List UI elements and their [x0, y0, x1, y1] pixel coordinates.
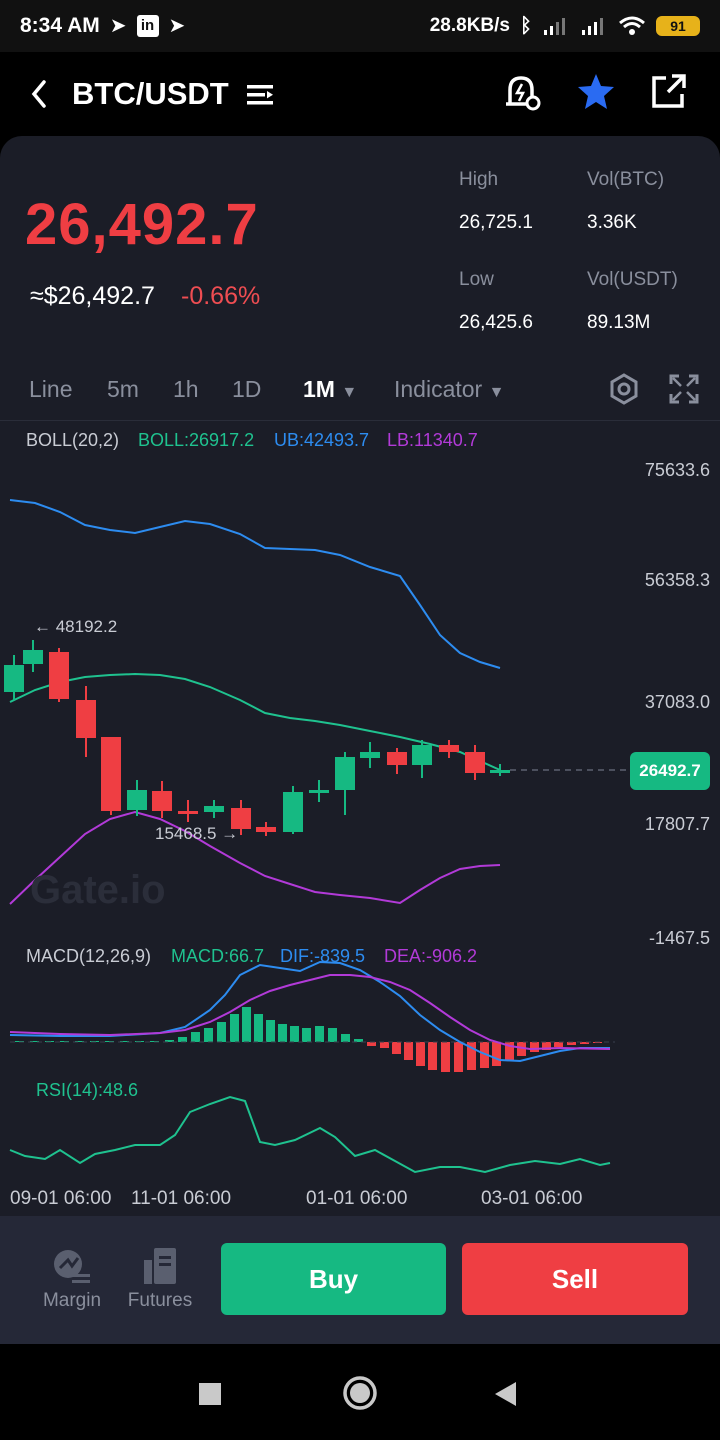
- candle-body: [387, 752, 407, 765]
- candle-body: [101, 737, 121, 811]
- back-nav-icon[interactable]: [494, 1381, 518, 1407]
- x-axis-label: 11-01 06:00: [131, 1188, 232, 1209]
- candle-body: [335, 757, 355, 790]
- candle-body: [49, 652, 69, 699]
- macd-bar: [404, 1042, 413, 1060]
- candle-body: [309, 790, 329, 793]
- macd-bar: [441, 1042, 450, 1072]
- candle-body: [4, 665, 24, 692]
- y-axis-label: 37083.0: [644, 692, 710, 712]
- boll-ub-value: UB:42493.7: [274, 430, 370, 450]
- futures-button[interactable]: Futures: [120, 1244, 200, 1312]
- candle-body: [152, 791, 172, 811]
- candle-body: [256, 827, 276, 832]
- bottom-action-bar: Margin Futures Buy Sell: [0, 1216, 720, 1344]
- macd-bar: [392, 1042, 401, 1054]
- x-axis-label: 09-01 06:00: [10, 1188, 112, 1209]
- macd-bar: [492, 1042, 501, 1066]
- macd-bar: [204, 1028, 213, 1042]
- macd-bar: [178, 1037, 187, 1042]
- boll-lb-value: LB:11340.7: [387, 430, 478, 450]
- sell-button[interactable]: Sell: [462, 1243, 688, 1315]
- current-price-tag: 26492.7: [630, 752, 710, 790]
- macd-bar: [315, 1026, 324, 1042]
- futures-icon: [144, 1248, 176, 1284]
- buy-button[interactable]: Buy: [221, 1243, 446, 1315]
- macd-bar: [367, 1042, 376, 1046]
- macd-bar: [278, 1024, 287, 1042]
- candle-body: [439, 745, 459, 752]
- high-marker: ← 48192.2: [34, 617, 118, 636]
- candle-body: [127, 790, 147, 810]
- macd-name: MACD(12,26,9): [26, 946, 152, 966]
- x-axis-label: 01-01 06:00: [306, 1188, 408, 1209]
- recents-icon[interactable]: [198, 1382, 222, 1406]
- candle-body: [23, 650, 43, 664]
- margin-icon: [54, 1250, 90, 1283]
- macd-bar: [254, 1014, 263, 1042]
- macd-bar: [302, 1028, 311, 1042]
- candle-body: [490, 770, 510, 773]
- rsi-line: [9, 1095, 611, 1174]
- y-axis-label: 75633.6: [644, 460, 710, 480]
- candle-body: [412, 745, 432, 765]
- macd-value: MACD:66.7: [171, 946, 265, 966]
- macd-bar: [554, 1042, 563, 1047]
- macd-bar: [290, 1026, 299, 1042]
- macd-bar: [328, 1028, 337, 1042]
- low-marker: 15468.5 →: [155, 824, 239, 843]
- candle-body: [178, 811, 198, 814]
- macd-bar: [230, 1014, 239, 1042]
- candle-body: [204, 806, 224, 812]
- macd-bar: [217, 1022, 226, 1042]
- macd-bar: [341, 1034, 350, 1042]
- futures-label: Futures: [127, 1290, 193, 1311]
- boll-value: BOLL:26917.2: [138, 430, 255, 450]
- candle-body: [465, 752, 485, 773]
- y-axis-label: -1467.5: [648, 928, 710, 948]
- macd-bar: [416, 1042, 425, 1066]
- home-icon[interactable]: [342, 1375, 378, 1411]
- macd-bar: [454, 1042, 463, 1072]
- dea-value: DEA:-906.2: [384, 946, 478, 966]
- macd-bar: [380, 1042, 389, 1048]
- candle-body: [360, 752, 380, 758]
- boll-name: BOLL(20,2): [26, 430, 120, 450]
- y-axis-label: 56358.3: [644, 570, 710, 590]
- rsi-value: RSI(14):48.6: [36, 1080, 139, 1100]
- macd-bar: [428, 1042, 437, 1070]
- macd-bar: [242, 1007, 251, 1042]
- margin-label: Margin: [42, 1290, 102, 1311]
- margin-button[interactable]: Margin: [32, 1244, 112, 1312]
- y-axis-label: 17807.7: [644, 814, 710, 834]
- macd-bar: [530, 1042, 539, 1052]
- x-axis-label: 03-01 06:00: [481, 1188, 583, 1209]
- system-nav-bar: [0, 1344, 720, 1440]
- dif-value: DIF:-839.5: [280, 946, 366, 966]
- candle-body: [76, 700, 96, 738]
- macd-bar: [191, 1032, 200, 1042]
- macd-bar: [266, 1020, 275, 1042]
- gate-io-watermark: Gate.io: [30, 868, 166, 912]
- boll-upper-line: [9, 499, 501, 669]
- candlestick-chart[interactable]: [0, 0, 720, 1216]
- candle-body: [283, 792, 303, 832]
